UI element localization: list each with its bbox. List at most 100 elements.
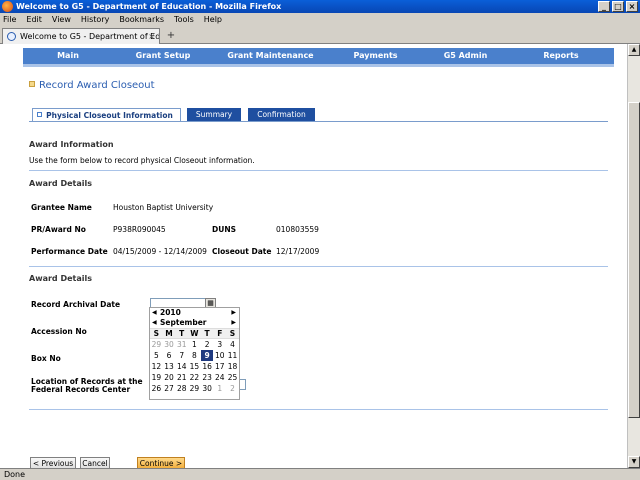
menu-bookmarks[interactable]: Bookmarks (119, 13, 164, 26)
menu-edit[interactable]: Edit (26, 13, 42, 26)
calendar-grid: 29 30 31 1 2 3 4 5 6 7 8 9 10 11 12 13 14 15 16 17 18 19 20 21 2… (150, 339, 239, 394)
pr-award-label: PR/Award No (31, 225, 86, 234)
calendar-day[interactable]: 14 (175, 361, 188, 372)
status-text: Done (4, 470, 26, 479)
page-viewport: Main Grant Setup Grant Maintenance Payme… (0, 44, 627, 468)
nav-g5-admin[interactable]: G5 Admin (423, 48, 508, 64)
record-archival-date-label: Record Archival Date (31, 300, 121, 309)
calendar-day[interactable]: 29 (150, 339, 163, 350)
calendar-day[interactable]: 24 (213, 372, 226, 383)
calendar-day[interactable]: 19 (150, 372, 163, 383)
calendar-day[interactable]: 11 (226, 350, 239, 361)
next-year-icon[interactable]: ▶ (231, 308, 236, 318)
status-bar: Done (0, 468, 640, 480)
prev-year-icon[interactable]: ◀ (152, 308, 157, 318)
calendar-week-row: 5 6 7 8 9 10 11 (150, 350, 239, 361)
minimize-button[interactable]: _ (598, 1, 610, 12)
calendar-day[interactable]: 1 (188, 339, 201, 350)
globe-icon (7, 32, 16, 41)
calendar-day[interactable]: 3 (213, 339, 226, 350)
scroll-up-icon[interactable]: ▲ (628, 44, 640, 56)
calendar-day[interactable]: 13 (163, 361, 176, 372)
divider (29, 266, 608, 267)
duns-value: 010803559 (276, 225, 319, 234)
calendar-year: 2010 (160, 308, 181, 317)
performance-date-label: Performance Date (31, 247, 108, 256)
divider (29, 409, 608, 410)
browser-tab[interactable]: Welcome to G5 - Department of Edu... × (2, 28, 160, 44)
close-tab-icon[interactable]: × (148, 29, 155, 44)
calendar-week-row: 29 30 31 1 2 3 4 (150, 339, 239, 350)
calendar-day[interactable]: 29 (188, 383, 201, 394)
calendar-day[interactable]: 25 (226, 372, 239, 383)
calendar-day[interactable]: 7 (175, 350, 188, 361)
calendar-day[interactable]: 17 (213, 361, 226, 372)
calendar-day[interactable]: 6 (163, 350, 176, 361)
cancel-button[interactable]: Cancel (80, 457, 110, 468)
menu-history[interactable]: History (81, 13, 109, 26)
calendar-day[interactable]: 1 (213, 383, 226, 394)
award-information-heading: Award Information (29, 140, 114, 149)
maximize-button[interactable]: □ (612, 1, 624, 12)
tab-square-icon (37, 112, 42, 117)
calendar-day[interactable]: 21 (175, 372, 188, 383)
performance-date-value: 04/15/2009 - 12/14/2009 (113, 247, 207, 256)
close-button[interactable]: × (626, 1, 638, 12)
calendar-day[interactable]: 4 (226, 339, 239, 350)
scroll-down-icon[interactable]: ▼ (628, 456, 640, 468)
calendar-day[interactable]: 31 (175, 339, 188, 350)
nav-underline (23, 64, 614, 67)
calendar-day[interactable]: 26 (150, 383, 163, 394)
calendar-popup: ◀ 2010 ▶ ◀ September ▶ SMTWTFS 29 30 31 1 2 3… (149, 307, 240, 400)
calendar-weekday: T (204, 329, 210, 338)
continue-button[interactable]: Continue > (137, 457, 185, 468)
tab-physical-closeout[interactable]: Physical Closeout Information (32, 108, 181, 122)
calendar-day[interactable]: 28 (175, 383, 188, 394)
calendar-day[interactable]: 15 (188, 361, 201, 372)
new-tab-button[interactable]: + (164, 30, 178, 42)
calendar-day[interactable]: 5 (150, 350, 163, 361)
calendar-day[interactable]: 16 (201, 361, 214, 372)
tab-confirmation[interactable]: Confirmation (248, 108, 315, 122)
form-details-heading: Award Details (29, 274, 92, 283)
menu-help[interactable]: Help (204, 13, 222, 26)
browser-tab-strip: Welcome to G5 - Department of Edu... × + (0, 26, 640, 44)
tab-summary[interactable]: Summary (187, 108, 241, 122)
menu-view[interactable]: View (52, 13, 71, 26)
nav-grant-setup[interactable]: Grant Setup (113, 48, 213, 64)
calendar-day[interactable]: 10 (213, 350, 226, 361)
prev-month-icon[interactable]: ◀ (152, 318, 157, 328)
nav-grant-maintenance[interactable]: Grant Maintenance (213, 48, 328, 64)
nav-reports[interactable]: Reports (508, 48, 614, 64)
calendar-day[interactable]: 12 (150, 361, 163, 372)
calendar-day[interactable]: 8 (188, 350, 201, 361)
calendar-day[interactable]: 9 (200, 350, 214, 361)
grantee-name-label: Grantee Name (31, 203, 92, 212)
calendar-day[interactable]: 22 (188, 372, 201, 383)
scroll-thumb[interactable] (628, 102, 640, 418)
closeout-date-label: Closeout Date (212, 247, 272, 256)
menu-tools[interactable]: Tools (174, 13, 194, 26)
calendar-weekday: M (165, 329, 173, 338)
menu-file[interactable]: File (3, 13, 16, 26)
calendar-day[interactable]: 23 (201, 372, 214, 383)
calendar-day[interactable]: 18 (226, 361, 239, 372)
pr-award-value: P938R090045 (113, 225, 166, 234)
calendar-weekday: S (229, 329, 236, 338)
vertical-scrollbar[interactable]: ▲ ▼ (627, 44, 640, 468)
next-month-icon[interactable]: ▶ (231, 318, 236, 328)
location-label-line2: Federal Records Center (31, 385, 131, 394)
nav-payments[interactable]: Payments (328, 48, 423, 64)
calendar-year-row: ◀ 2010 ▶ (150, 308, 239, 318)
firefox-icon (2, 1, 13, 12)
previous-button[interactable]: < Previous (30, 457, 76, 468)
calendar-day[interactable]: 27 (163, 383, 176, 394)
calendar-day[interactable]: 30 (163, 339, 176, 350)
closeout-date-value: 12/17/2009 (276, 247, 320, 256)
calendar-day[interactable]: 2 (201, 339, 214, 350)
calendar-day[interactable]: 2 (226, 383, 239, 394)
calendar-day[interactable]: 20 (163, 372, 176, 383)
calendar-week-row: 19 20 21 22 23 24 25 (150, 372, 239, 383)
calendar-day[interactable]: 30 (201, 383, 214, 394)
nav-main[interactable]: Main (23, 48, 113, 64)
